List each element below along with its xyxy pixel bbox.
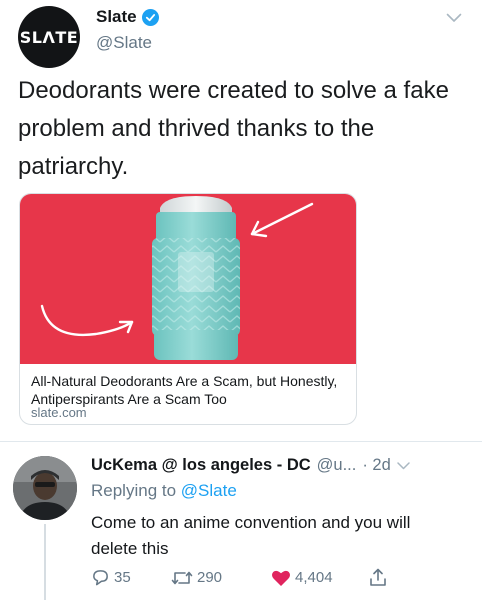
heart-icon: [271, 570, 291, 586]
author-name-label: Slate: [96, 7, 137, 26]
retweet-count: 290: [197, 569, 223, 586]
deodorant-base: [154, 330, 238, 360]
author-handle[interactable]: @Slate: [96, 33, 152, 53]
like-count: 4,404: [295, 569, 333, 586]
card-image: [20, 194, 356, 364]
reply-text: Come to an anime convention and you will…: [91, 513, 411, 558]
retweet-icon: [171, 571, 193, 584]
chevron-down-icon[interactable]: [446, 10, 462, 28]
divider: [0, 441, 482, 442]
tweet-text: Deodorants were created to solve a fake …: [18, 77, 449, 180]
reply-button[interactable]: 35: [91, 568, 171, 587]
reply-header: UcKema @ los angeles - DC @u... · 2d: [91, 456, 481, 475]
reply-author-name[interactable]: UcKema @ los angeles - DC: [91, 456, 311, 475]
replying-to: Replying to @Slate: [91, 481, 237, 501]
reply-count: 35: [114, 569, 131, 586]
link-card[interactable]: All-Natural Deodorants Are a Scam, but H…: [19, 193, 357, 425]
chevron-down-icon[interactable]: [397, 461, 410, 470]
slate-avatar[interactable]: SLΛTE: [18, 6, 80, 68]
reply-avatar[interactable]: [13, 456, 77, 520]
thread-line: [44, 524, 46, 600]
action-bar: 35 290 4,404: [91, 568, 387, 587]
replying-prefix: Replying to: [91, 481, 177, 500]
card-domain: slate.com: [31, 405, 87, 420]
arrow-left: [40, 304, 134, 337]
like-button[interactable]: 4,404: [271, 569, 369, 587]
deodorant-cap: [160, 196, 232, 214]
share-icon: [370, 568, 386, 586]
verified-badge-icon: [141, 8, 159, 26]
reply-time[interactable]: · 2d: [362, 456, 390, 475]
author-name[interactable]: Slate: [96, 7, 159, 27]
reply-author-handle[interactable]: @u...: [317, 456, 357, 475]
reply-bubble-icon: [93, 570, 108, 586]
retweet-button[interactable]: 290: [171, 569, 271, 587]
slate-logo-text: SLΛTE: [19, 27, 79, 47]
replying-mention-link[interactable]: @Slate: [181, 481, 237, 500]
arrow-right: [250, 202, 314, 236]
card-title: All-Natural Deodorants Are a Scam, but H…: [31, 373, 338, 407]
deodorant-upper: [156, 212, 236, 242]
share-button[interactable]: [369, 568, 387, 587]
